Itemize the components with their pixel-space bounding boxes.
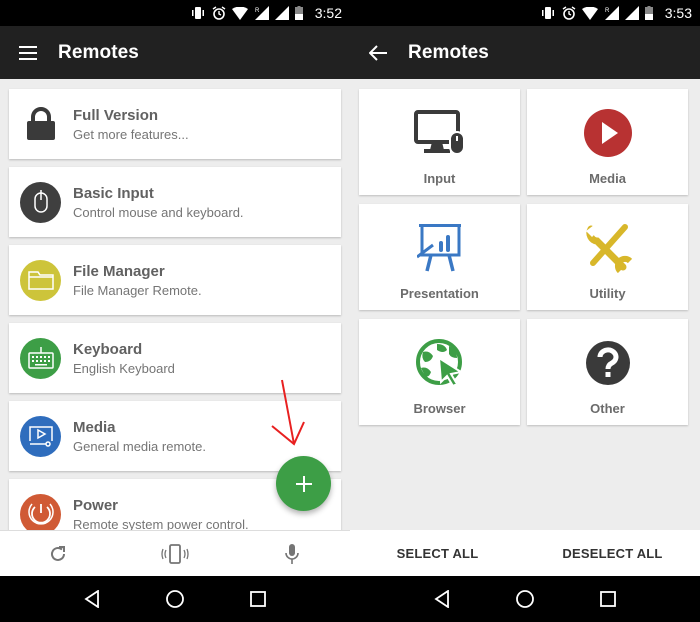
list-item-basic-input[interactable]: Basic Input Control mouse and keyboard. [9, 167, 341, 237]
remote-categories-screen: R 3:53 Remotes Input Media Presentation [350, 0, 700, 622]
tile-label: Utility [589, 286, 626, 301]
microphone-icon [284, 543, 299, 564]
item-name: Media [73, 418, 116, 436]
signal-roaming-icon: R [604, 6, 619, 20]
item-description: File Manager Remote. [73, 282, 202, 298]
list-item-full-version[interactable]: Full Version Get more features... [9, 89, 341, 159]
status-time: 3:52 [314, 5, 342, 21]
mouse-icon [20, 181, 61, 223]
monitor-mouse-icon [413, 107, 466, 159]
status-bar: R 3:53 [350, 0, 700, 26]
vibrate-icon [541, 7, 554, 19]
category-tile-browser[interactable]: Browser [359, 319, 520, 425]
globe-cursor-icon [414, 337, 466, 389]
vibrate-phone-button[interactable] [145, 531, 205, 577]
item-description: Remote system power control. [73, 516, 249, 531]
item-description: English Keyboard [73, 360, 175, 376]
tile-label: Browser [413, 401, 466, 416]
category-tile-input[interactable]: Input [359, 89, 520, 195]
wifi-icon [581, 6, 598, 20]
alarm-icon [562, 6, 576, 20]
item-name: File Manager [73, 262, 165, 280]
category-grid: Input Media Presentation Utility Browser [350, 79, 700, 530]
home-icon [166, 590, 184, 608]
signal-icon [624, 6, 639, 20]
item-name: Full Version [73, 106, 159, 124]
power-icon [20, 493, 61, 530]
system-back-button[interactable] [72, 579, 112, 619]
wifi-icon [231, 6, 248, 20]
microphone-button[interactable] [262, 531, 322, 577]
list-item-file-manager[interactable]: File Manager File Manager Remote. [9, 245, 341, 315]
system-home-button[interactable] [505, 579, 545, 619]
question-circle-icon [582, 337, 634, 389]
item-name: Basic Input [73, 184, 154, 202]
recents-icon [600, 591, 617, 607]
selection-action-bar: SELECT ALL DESELECT ALL [350, 530, 700, 576]
category-tile-presentation[interactable]: Presentation [359, 204, 520, 310]
category-tile-utility[interactable]: Utility [527, 204, 688, 310]
system-recents-button[interactable] [238, 579, 278, 619]
system-home-button[interactable] [155, 579, 195, 619]
system-nav-bar [0, 576, 350, 622]
vibrate-icon [191, 7, 204, 19]
tools-icon [582, 222, 634, 274]
play-circle-icon [582, 107, 634, 159]
select-all-button[interactable]: SELECT ALL [350, 546, 525, 561]
deselect-all-button[interactable]: DESELECT ALL [525, 546, 700, 561]
remotes-list-screen: R 3:52 Remotes Full Version Get more fea… [0, 0, 350, 622]
keyboard-icon [20, 337, 61, 379]
back-icon [434, 590, 449, 608]
item-description: General media remote. [73, 438, 206, 454]
item-name: Keyboard [73, 340, 143, 358]
refresh-button[interactable] [28, 531, 88, 577]
item-description: Get more features... [73, 126, 189, 142]
back-icon [84, 590, 99, 608]
signal-icon [274, 6, 289, 20]
vibrate-phone-icon [161, 543, 189, 564]
media-icon [20, 415, 61, 457]
system-nav-bar [350, 576, 700, 622]
category-tile-media[interactable]: Media [527, 89, 688, 195]
system-recents-button[interactable] [588, 579, 628, 619]
presentation-icon [414, 222, 466, 274]
category-tile-other[interactable]: Other [527, 319, 688, 425]
back-button[interactable] [350, 26, 406, 79]
tile-label: Media [589, 171, 626, 186]
app-bar: Remotes [0, 26, 350, 79]
back-arrow-icon [369, 44, 387, 61]
alarm-icon [212, 6, 226, 20]
status-bar: R 3:52 [0, 0, 350, 26]
home-icon [516, 590, 534, 608]
tile-label: Other [590, 401, 625, 416]
page-title: Remotes [408, 41, 489, 63]
lock-icon [20, 104, 61, 145]
menu-icon [19, 45, 37, 60]
item-name: Power [73, 496, 119, 514]
svg-text:R: R [605, 8, 610, 14]
item-description: Control mouse and keyboard. [73, 204, 244, 220]
refresh-icon [51, 545, 66, 561]
recents-icon [250, 591, 267, 607]
battery-icon [294, 6, 303, 20]
add-remote-button[interactable] [276, 456, 331, 511]
battery-icon [644, 6, 653, 20]
system-back-button[interactable] [422, 579, 462, 619]
annotation-arrow-icon [271, 379, 305, 446]
status-time: 3:53 [664, 5, 692, 21]
svg-text:R: R [255, 8, 260, 14]
plus-icon [295, 475, 312, 492]
signal-roaming-icon: R [254, 6, 269, 20]
page-title: Remotes [58, 41, 139, 63]
tile-label: Presentation [400, 286, 479, 301]
folder-icon [20, 259, 61, 301]
app-bar: Remotes [350, 26, 700, 79]
tile-label: Input [423, 171, 456, 186]
menu-button[interactable] [0, 26, 56, 79]
bottom-toolbar [0, 530, 350, 576]
